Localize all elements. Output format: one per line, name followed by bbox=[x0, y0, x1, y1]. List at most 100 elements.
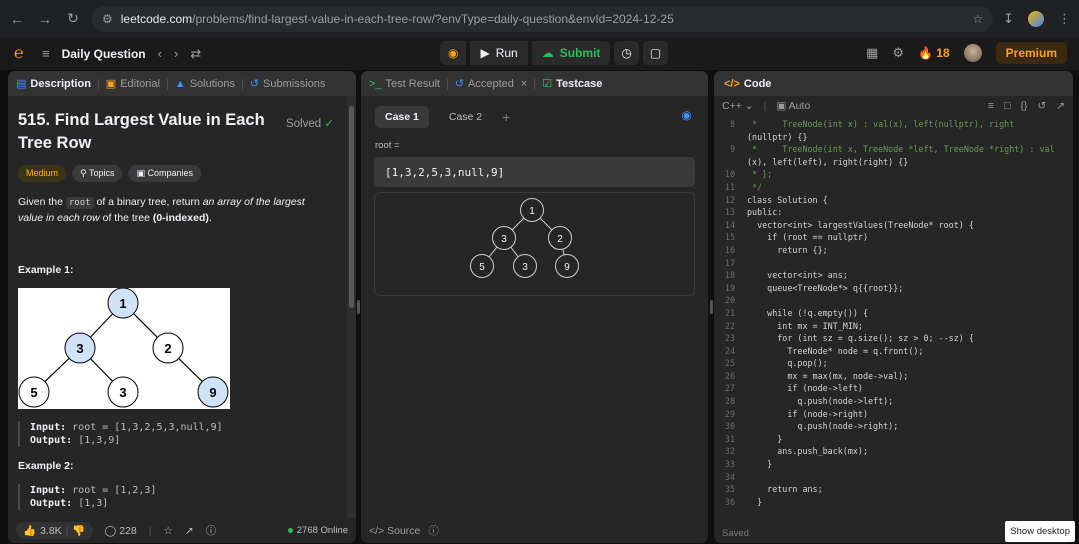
testcase-input[interactable]: [1,3,2,5,3,null,9] bbox=[374, 157, 695, 187]
tab-accepted[interactable]: ↺ Accepted × bbox=[455, 77, 528, 91]
tab-description[interactable]: ▤ Description bbox=[16, 77, 91, 91]
code-line[interactable]: 29 if (node->right) bbox=[714, 408, 1073, 421]
daily-question-link[interactable]: Daily Question bbox=[62, 47, 146, 61]
braces-icon[interactable]: {} bbox=[1020, 100, 1027, 112]
bookmark-icon[interactable]: □ bbox=[1004, 100, 1010, 112]
streak-counter[interactable]: 🔥 18 bbox=[918, 46, 950, 60]
thumbs-down-icon[interactable]: 👎 bbox=[72, 524, 85, 537]
line-text: queue<TreeNode*> q{{root}}; bbox=[747, 282, 904, 293]
format-icon[interactable]: ≡ bbox=[988, 100, 994, 112]
code-line[interactable]: 8 * TreeNode(int x) : val(x), left(nullp… bbox=[714, 118, 1073, 131]
leetcode-logo-icon[interactable]: ℮ bbox=[14, 45, 30, 63]
tab-test-result[interactable]: >_ Test Result bbox=[369, 78, 440, 90]
debug-button[interactable]: ◉ bbox=[440, 41, 467, 65]
code-line[interactable]: 26 mx = max(mx, node->val); bbox=[714, 370, 1073, 383]
eye-icon[interactable]: ◉ bbox=[682, 108, 692, 122]
settings-gear-icon[interactable]: ⚙ bbox=[892, 45, 904, 61]
like-button[interactable]: 👍 3.8K | 👎 bbox=[16, 522, 93, 539]
code-line[interactable]: 11 */ bbox=[714, 181, 1073, 194]
tab-testcase[interactable]: ☑ Testcase bbox=[542, 77, 602, 91]
problem-statement: Given the root of a binary tree, return … bbox=[18, 195, 328, 226]
code-line[interactable]: 22 int mx = INT_MIN; bbox=[714, 320, 1073, 333]
code-line[interactable]: 28 q.push(node->left); bbox=[714, 395, 1073, 408]
code-line[interactable]: 24 TreeNode* node = q.front(); bbox=[714, 345, 1073, 358]
tab-label: Solutions bbox=[189, 77, 235, 90]
tab-editorial[interactable]: ▣ Editorial bbox=[106, 77, 160, 91]
submit-button[interactable]: ☁ Submit bbox=[531, 41, 611, 65]
flask-icon: ▲ bbox=[174, 77, 186, 90]
code-line[interactable]: 36 } bbox=[714, 496, 1073, 509]
close-icon[interactable]: × bbox=[521, 78, 527, 90]
reset-icon[interactable]: ↺ bbox=[1037, 100, 1046, 112]
auto-mode[interactable]: ▣ Auto bbox=[776, 100, 810, 112]
code-line[interactable]: 18 vector<int> ans; bbox=[714, 269, 1073, 282]
code-line[interactable]: 33 } bbox=[714, 458, 1073, 471]
help-icon[interactable]: ⓘ bbox=[206, 523, 217, 538]
companies-badge[interactable]: ▣ Companies bbox=[128, 165, 202, 182]
code-line[interactable]: 13 public: bbox=[714, 206, 1073, 219]
language-select[interactable]: C++ ⌄ bbox=[722, 100, 754, 112]
help-icon[interactable]: ⓘ bbox=[428, 523, 439, 538]
scrollbar-thumb[interactable] bbox=[349, 106, 354, 308]
code-line[interactable]: 10 * }; bbox=[714, 168, 1073, 181]
description-scrollbar[interactable] bbox=[347, 96, 356, 518]
favorite-star-icon[interactable]: ☆ bbox=[163, 525, 172, 537]
comments-button[interactable]: ◯ 228 bbox=[105, 525, 137, 537]
code-line[interactable]: (x), left(left), right(right) {} bbox=[714, 156, 1073, 169]
code-line[interactable]: 35 return ans; bbox=[714, 483, 1073, 496]
tab-submissions[interactable]: ↺ Submissions bbox=[250, 77, 326, 91]
premium-button[interactable]: Premium bbox=[995, 42, 1067, 64]
code-line[interactable]: (nullptr) {} bbox=[714, 131, 1073, 144]
code-line[interactable]: 9 * TreeNode(int x, TreeNode *left, Tree… bbox=[714, 143, 1073, 156]
site-info-icon[interactable]: ⚙ bbox=[102, 12, 113, 26]
add-case-icon[interactable]: + bbox=[502, 109, 510, 125]
code-line[interactable]: 16 return {}; bbox=[714, 244, 1073, 257]
bookmark-star-icon[interactable]: ☆ bbox=[972, 12, 983, 26]
code-line[interactable]: 12 class Solution { bbox=[714, 194, 1073, 207]
next-problem-icon[interactable]: › bbox=[174, 46, 178, 61]
code-line[interactable]: 32 ans.push_back(mx); bbox=[714, 445, 1073, 458]
layout-grid-icon[interactable]: ▦ bbox=[866, 45, 878, 61]
run-button[interactable]: ▶ Run bbox=[470, 41, 528, 65]
forward-icon[interactable]: → bbox=[36, 11, 54, 27]
code-line[interactable]: 19 queue<TreeNode*> q{{root}}; bbox=[714, 282, 1073, 295]
url-path: /problems/find-largest-value-in-each-tre… bbox=[192, 11, 674, 26]
topics-badge[interactable]: ⚲ Topics bbox=[72, 165, 123, 182]
list-icon[interactable]: ≡ bbox=[42, 46, 50, 61]
download-icon[interactable]: ↧ bbox=[1003, 11, 1014, 27]
share-icon[interactable]: ↗ bbox=[185, 525, 194, 537]
address-bar[interactable]: ⚙ leetcode.com/problems/find-largest-val… bbox=[92, 5, 994, 32]
source-button[interactable]: </> Source bbox=[369, 525, 420, 537]
shuffle-icon[interactable]: ⇄ bbox=[190, 46, 201, 62]
code-line[interactable]: 31 } bbox=[714, 433, 1073, 446]
code-line[interactable]: 34 bbox=[714, 471, 1073, 484]
reload-icon[interactable]: ↻ bbox=[64, 10, 82, 27]
code-line[interactable]: 23 for (int sz = q.size(); sz > 0; --sz)… bbox=[714, 332, 1073, 345]
code-editor[interactable]: 8 * TreeNode(int x) : val(x), left(nullp… bbox=[714, 116, 1073, 508]
user-avatar[interactable] bbox=[963, 44, 982, 62]
prev-problem-icon[interactable]: ‹ bbox=[158, 46, 162, 61]
panel-resize-handle[interactable] bbox=[357, 300, 360, 314]
code-line[interactable]: 27 if (node->left) bbox=[714, 382, 1073, 395]
line-text: * TreeNode(int x, TreeNode *left, TreeNo… bbox=[747, 144, 1055, 155]
panel-resize-handle[interactable] bbox=[710, 300, 713, 314]
back-icon[interactable]: ← bbox=[8, 11, 26, 27]
case-2-tab[interactable]: Case 2 bbox=[439, 106, 492, 128]
tab-solutions[interactable]: ▲ Solutions bbox=[175, 78, 235, 90]
problem-title[interactable]: 515. Find Largest Value in Each Tree Row bbox=[18, 109, 268, 155]
check-circle-icon: ✓ bbox=[324, 118, 334, 130]
timer-button[interactable]: ◷ bbox=[614, 41, 639, 65]
code-line[interactable]: 20 bbox=[714, 294, 1073, 307]
code-line[interactable]: 30 q.push(node->right); bbox=[714, 420, 1073, 433]
case-1-tab[interactable]: Case 1 bbox=[375, 106, 429, 128]
code-line[interactable]: 25 q.pop(); bbox=[714, 357, 1073, 370]
fullscreen-icon[interactable]: ↗ bbox=[1056, 100, 1065, 112]
code-line[interactable]: 17 bbox=[714, 257, 1073, 270]
line-number: 20 bbox=[724, 295, 735, 306]
code-line[interactable]: 15 if (root == nullptr) bbox=[714, 231, 1073, 244]
menu-dots-icon[interactable]: ⋮ bbox=[1058, 11, 1071, 27]
profile-avatar[interactable] bbox=[1028, 10, 1044, 27]
code-line[interactable]: 14 vector<int> largestValues(TreeNode* r… bbox=[714, 219, 1073, 232]
notes-button[interactable]: ▢ bbox=[642, 41, 669, 65]
code-line[interactable]: 21 while (!q.empty()) { bbox=[714, 307, 1073, 320]
